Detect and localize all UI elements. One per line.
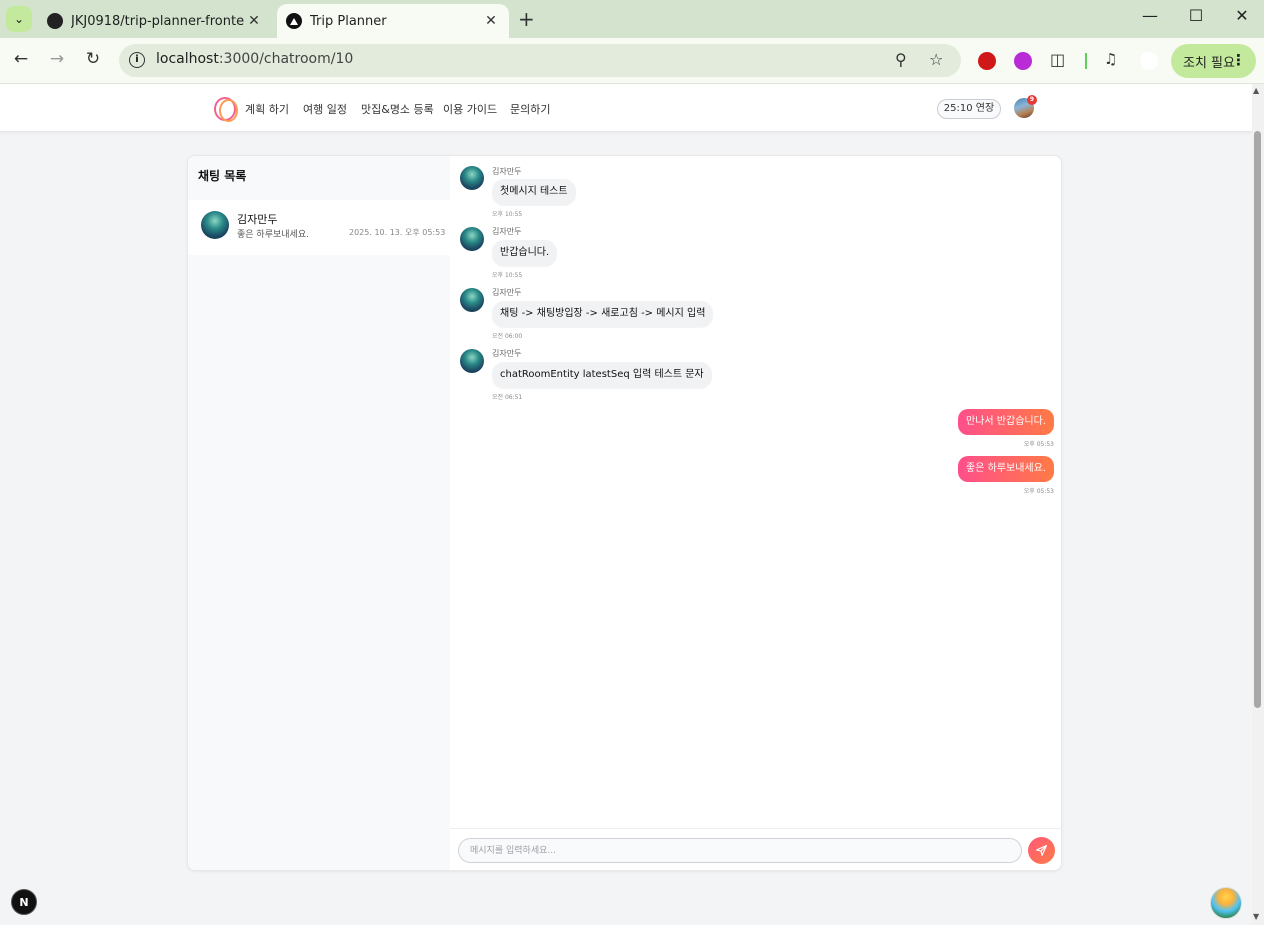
- adblock-extension-icon[interactable]: [978, 52, 996, 70]
- zoom-icon[interactable]: ⚲: [895, 50, 907, 69]
- github-icon: [47, 13, 63, 29]
- tab-search-icon[interactable]: ⌄: [6, 6, 32, 32]
- extensions-puzzle-icon[interactable]: ◫: [1050, 50, 1065, 69]
- send-icon: [1036, 845, 1047, 856]
- floating-beach-icon[interactable]: [1210, 887, 1242, 919]
- message-bubble-outgoing: 좋은 하루보내세요.: [958, 456, 1054, 482]
- nav-plan[interactable]: 계획 하기: [245, 101, 289, 117]
- message-sender: 김자만두: [492, 227, 522, 236]
- message-time: 오후 10:55: [492, 272, 523, 279]
- message-list[interactable]: 김자만두 첫메시지 테스트 오후 10:55 김자만두 반갑습니다. 오후 10…: [450, 156, 1061, 828]
- send-button[interactable]: [1028, 837, 1055, 864]
- minimize-icon[interactable]: —: [1127, 6, 1173, 25]
- message-time: 오후 10:55: [492, 211, 523, 218]
- avatar[interactable]: [460, 166, 484, 190]
- chat-list-sidebar: 채팅 목록 김자만두 좋은 하루보내세요. 2025. 10. 13. 오후 0…: [188, 156, 450, 870]
- nav-guide[interactable]: 이용 가이드: [443, 101, 497, 117]
- chat-list-title: 채팅 목록: [198, 169, 247, 183]
- room-timestamp: 2025. 10. 13. 오후 05:53: [349, 228, 446, 237]
- chat-room-item[interactable]: 김자만두 좋은 하루보내세요. 2025. 10. 13. 오후 05:53: [188, 200, 450, 255]
- message-bubble-incoming: 첫메시지 테스트: [492, 179, 576, 205]
- close-tab-icon[interactable]: ✕: [481, 13, 501, 29]
- trip-planner-logo-icon[interactable]: [214, 96, 238, 122]
- back-arrow-icon[interactable]: ←: [9, 49, 33, 69]
- tab-title: Trip Planner: [310, 13, 387, 29]
- scrollbar-thumb[interactable]: [1254, 131, 1261, 708]
- message-time: 오전 06:51: [492, 394, 523, 401]
- avatar[interactable]: [460, 288, 484, 312]
- toolbar-divider: [1085, 53, 1087, 69]
- room-name: 김자만두: [237, 213, 278, 226]
- action-needed-label: 조치 필요: [1183, 55, 1235, 71]
- message-bubble-incoming: 채팅 -> 채팅방입장 -> 새로고침 -> 메시지 입력: [492, 301, 714, 327]
- browser-toolbar: ← → ↻ i localhost:3000/chatroom/10 ⚲ ☆ ◫…: [0, 38, 1264, 84]
- reload-icon[interactable]: ↻: [81, 49, 105, 69]
- action-needed-button[interactable]: 조치 필요 ⋮: [1171, 44, 1256, 78]
- browser-tab-github[interactable]: JKJ0918/trip-planner-frontend ✕: [38, 4, 272, 38]
- scroll-up-arrow-icon[interactable]: ▲: [1253, 86, 1259, 95]
- message-bubble-outgoing: 만나서 반갑습니다.: [958, 409, 1054, 435]
- notification-badge: 9: [1027, 95, 1037, 105]
- avatar[interactable]: [460, 349, 484, 373]
- browser-tabbar: ⌄ JKJ0918/trip-planner-frontend ✕ Trip P…: [0, 0, 1264, 38]
- message-bubble-incoming: 반갑습니다.: [492, 240, 558, 266]
- tab-title: JKJ0918/trip-planner-frontend: [71, 13, 244, 29]
- session-timer-extend-button[interactable]: 25:10 연장: [937, 99, 1001, 119]
- message-input[interactable]: [458, 838, 1022, 863]
- nextjs-dev-badge[interactable]: N: [11, 889, 37, 915]
- nav-itinerary[interactable]: 여행 일정: [303, 101, 347, 117]
- app-header: 계획 하기 여행 일정 맛집&명소 등록 이용 가이드 문의하기 25:10 연…: [0, 84, 1252, 132]
- message-composer: [450, 828, 1061, 870]
- message-time: 오전 06:00: [492, 333, 523, 340]
- window-close-icon[interactable]: ✕: [1219, 6, 1264, 25]
- maximize-icon[interactable]: ☐: [1173, 6, 1219, 25]
- bookmark-star-icon[interactable]: ☆: [929, 50, 943, 69]
- address-bar[interactable]: i localhost:3000/chatroom/10 ⚲ ☆: [119, 44, 961, 77]
- forward-arrow-icon[interactable]: →: [45, 49, 69, 69]
- nav-contact[interactable]: 문의하기: [510, 101, 550, 117]
- more-menu-icon[interactable]: ⋮: [1231, 51, 1246, 69]
- room-last-message: 좋은 하루보내세요.: [237, 230, 309, 240]
- new-tab-icon[interactable]: +: [518, 7, 535, 31]
- lr-extension-icon[interactable]: [1014, 52, 1032, 70]
- message-sender: 김자만두: [492, 349, 522, 358]
- avatar[interactable]: [460, 227, 484, 251]
- triangle-logo-icon: [286, 13, 302, 29]
- site-info-icon[interactable]: i: [129, 52, 145, 68]
- message-sender: 김자만두: [492, 167, 522, 176]
- message-time: 오후 05:53: [1023, 488, 1054, 495]
- url-text[interactable]: localhost:3000/chatroom/10: [156, 51, 353, 67]
- avatar: [201, 211, 229, 239]
- browser-tab-trip-planner[interactable]: Trip Planner ✕: [277, 4, 509, 38]
- chat-panel: 채팅 목록 김자만두 좋은 하루보내세요. 2025. 10. 13. 오후 0…: [187, 155, 1062, 871]
- scroll-down-arrow-icon[interactable]: ▼: [1253, 912, 1259, 921]
- message-bubble-incoming: chatRoomEntity latestSeq 입력 테스트 문자: [492, 362, 712, 388]
- message-time: 오후 05:53: [1023, 441, 1054, 448]
- nav-register-places[interactable]: 맛집&명소 등록: [361, 101, 434, 117]
- media-control-icon[interactable]: ♫: [1104, 50, 1117, 68]
- profile-icon[interactable]: [1140, 52, 1158, 70]
- message-sender: 김자만두: [492, 288, 522, 297]
- close-tab-icon[interactable]: ✕: [244, 13, 264, 29]
